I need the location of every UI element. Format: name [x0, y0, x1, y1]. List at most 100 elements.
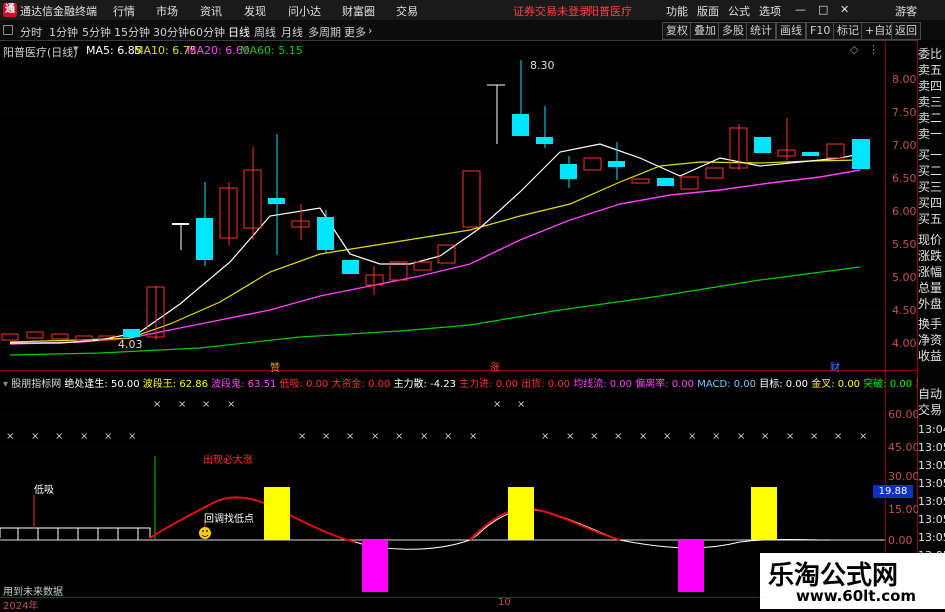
stair-ticks	[17, 528, 139, 540]
period-tick[interactable]: 分时	[20, 24, 42, 40]
candle	[26, 331, 44, 339]
axis-separator	[885, 40, 886, 609]
sidebar-item-buy1[interactable]: 买一	[918, 147, 945, 163]
indicator-value: 主力散: -4.23	[393, 379, 456, 390]
menu-discover[interactable]: 发现	[244, 3, 266, 19]
period-weekly[interactable]: 周线	[254, 24, 276, 40]
f10-button[interactable]: F10	[806, 22, 835, 40]
sidebar-item-turnover[interactable]: 换手	[918, 316, 945, 332]
draw-line-button[interactable]: 画线	[776, 22, 806, 40]
overlay-button[interactable]: 叠加	[690, 22, 720, 40]
period-monthly[interactable]: 月线	[281, 24, 303, 40]
maximize-icon[interactable]: □	[818, 3, 828, 16]
indicator-value: 出货: 0.00	[521, 379, 571, 390]
multi-stock-button[interactable]: 多股	[718, 22, 748, 40]
sidebar-item-buy3[interactable]: 买三	[918, 179, 945, 195]
svg-text:×: ×	[541, 431, 549, 442]
period-5min[interactable]: 5分钟	[82, 24, 111, 40]
sidebar-item-netasset[interactable]: 净资	[918, 332, 945, 348]
candle	[802, 152, 819, 156]
sidebar-item-pct[interactable]: 涨幅	[918, 264, 945, 280]
indicator-value: 突破: 0.00	[863, 379, 913, 390]
period-more[interactable]: 更多	[344, 24, 366, 40]
sidebar-time: 13:05	[918, 441, 945, 454]
menu-market[interactable]: 市场	[156, 3, 178, 19]
candle	[631, 178, 650, 184]
restore-rights-button[interactable]: 复权	[662, 22, 692, 40]
sidebar-item-price[interactable]: 现价	[918, 232, 945, 248]
sidebar-item-sell5[interactable]: 卖五	[918, 62, 945, 78]
menu-ask[interactable]: 问小达	[288, 3, 321, 19]
indicator-tick: 15.00	[888, 503, 920, 516]
watermark-url: www.60lt.com	[796, 587, 917, 605]
svg-text:×: ×	[322, 431, 330, 442]
candlestick-chart[interactable]	[0, 40, 885, 370]
menu-formula[interactable]: 公式	[728, 3, 750, 19]
sidebar-trade[interactable]: 交易	[918, 402, 945, 418]
indicator-chart[interactable]: × × × × × × × × × × × × × × × × × × × × × × × × × × × × × × × ×…	[0, 390, 885, 609]
price-tick: 5.50	[892, 238, 917, 251]
sidebar-item-buy2[interactable]: 买二	[918, 163, 945, 179]
close-icon[interactable]: ✕	[840, 3, 849, 16]
menu-quotes[interactable]: 行情	[113, 3, 135, 19]
minimize-icon[interactable]: —	[795, 3, 806, 16]
svg-text:×: ×	[346, 431, 354, 442]
menu-trade[interactable]: 交易	[396, 3, 418, 19]
svg-text:×: ×	[712, 431, 720, 442]
sidebar-item-sell4[interactable]: 卖四	[918, 78, 945, 94]
candle	[1, 333, 19, 341]
indicator-value: 波段鬼: 63.51	[211, 379, 277, 390]
sidebar-item-volume[interactable]: 总量	[918, 280, 945, 296]
sidebar-time: 13:05	[918, 477, 945, 490]
sidebar-item-sell1[interactable]: 卖一	[918, 126, 945, 142]
svg-text:×: ×	[128, 431, 136, 442]
yellow-bar	[751, 487, 777, 540]
login-status[interactable]: 证券交易未登录	[513, 3, 590, 19]
sidebar-item-sell2[interactable]: 卖二	[918, 110, 945, 126]
menu-layout[interactable]: 版面	[697, 3, 719, 19]
sidebar-item-weibi[interactable]: 委比	[918, 46, 945, 62]
candle	[51, 333, 69, 340]
price-tick: 4.00	[892, 337, 917, 350]
period-daily[interactable]: 日线	[228, 24, 250, 40]
candle	[583, 157, 602, 171]
indicator-dropdown-icon[interactable]: ▾	[3, 379, 8, 390]
menu-options[interactable]: 选项	[759, 3, 781, 19]
sidebar-item-change[interactable]: 涨跌	[918, 248, 945, 264]
period-15min[interactable]: 15分钟	[114, 24, 150, 40]
ma5-line	[10, 143, 861, 344]
sidebar-item-outer[interactable]: 外盘	[918, 296, 945, 312]
period-60min[interactable]: 60分钟	[189, 24, 225, 40]
candle	[754, 137, 771, 153]
price-grid	[0, 79, 885, 345]
indicator-name[interactable]: 股朋指标网	[11, 379, 61, 390]
sidebar-item-buy4[interactable]: 买四	[918, 195, 945, 211]
candle	[560, 164, 577, 179]
statistics-button[interactable]: 统计	[746, 22, 776, 40]
event-mark[interactable]: 赞	[270, 359, 280, 374]
menu-wealth[interactable]: 财富圈	[342, 3, 375, 19]
sidebar-time: 13:05	[918, 459, 945, 472]
period-30min[interactable]: 30分钟	[153, 24, 189, 40]
menu-news[interactable]: 资讯	[200, 3, 222, 19]
candle	[462, 170, 481, 228]
mark-button[interactable]: 标记	[833, 22, 863, 40]
price-tick: 6.00	[892, 205, 917, 218]
menu-function[interactable]: 功能	[666, 3, 688, 19]
period-multi[interactable]: 多周期	[308, 24, 341, 40]
event-mark[interactable]: 涨	[490, 359, 500, 374]
guest-label[interactable]: 游客	[895, 3, 917, 19]
indicator-tick: 0.00	[888, 534, 913, 547]
magenta-bar	[678, 540, 704, 592]
sidebar-item-buy5[interactable]: 买五	[918, 211, 945, 227]
sidebar-auto[interactable]: 自动	[918, 386, 945, 402]
sidebar-item-sell3[interactable]: 卖三	[918, 94, 945, 110]
sidebar-item-earnings[interactable]: 收益	[918, 348, 945, 364]
layout-toggle-icon[interactable]	[3, 25, 13, 35]
chevron-right-icon[interactable]: ›	[368, 24, 372, 37]
svg-text:×: ×	[590, 431, 598, 442]
candle	[852, 139, 870, 169]
event-mark[interactable]: 财	[830, 359, 840, 374]
back-button[interactable]: 返回	[891, 22, 921, 40]
period-1min[interactable]: 1分钟	[49, 24, 78, 40]
